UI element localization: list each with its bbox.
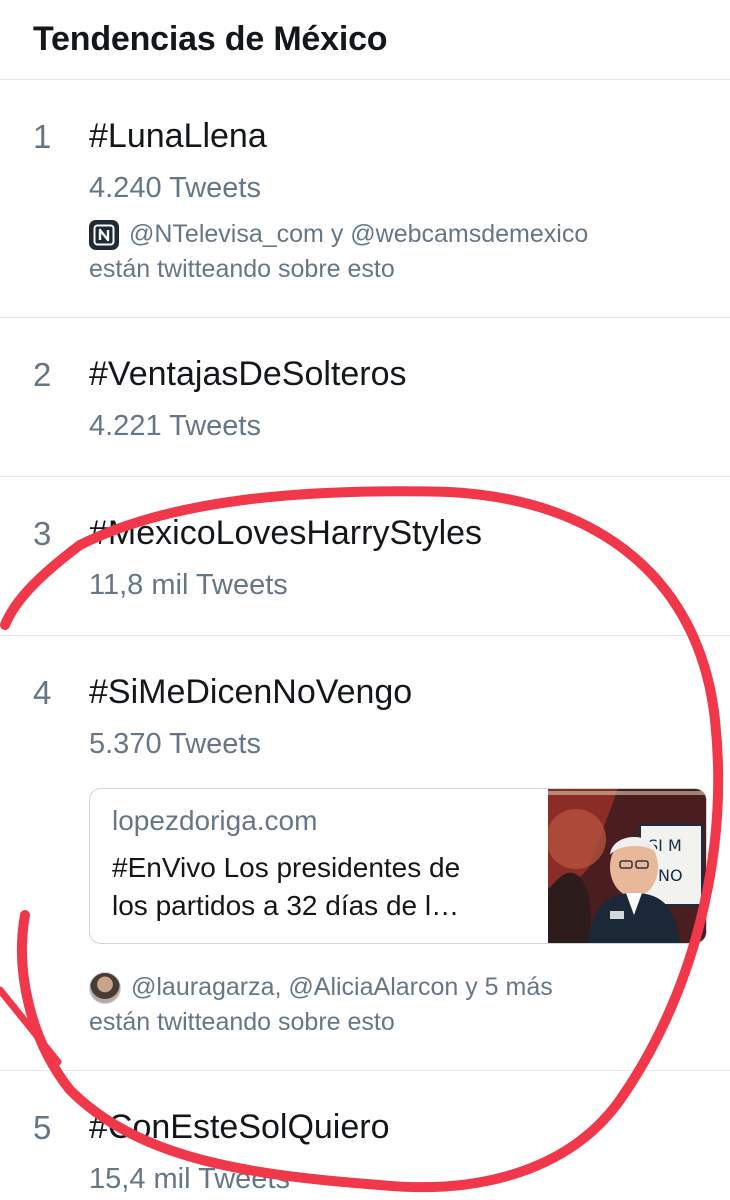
card-title-line-2: los partidos a 32 días de l… — [112, 890, 460, 921]
trend-rank: 1 — [33, 118, 52, 155]
trend-context-suffix: están twitteando sobre esto — [89, 255, 395, 283]
page-title: Tendencias de México — [33, 20, 388, 58]
card-title: #EnVivo Los presidentes de los partidos … — [112, 849, 460, 925]
trend-hashtag[interactable]: #LunaLlena — [89, 117, 267, 156]
trend-tweet-count: 4.221 Tweets — [89, 410, 261, 442]
trends-screen: Tendencias de México 1 #LunaLlena 4.240 … — [0, 0, 730, 1200]
trend-hashtag[interactable]: #SiMeDicenNoVengo — [89, 673, 412, 712]
svg-text:NO: NO — [658, 866, 683, 885]
trend-rank: 5 — [33, 1109, 52, 1146]
card-domain: lopezdoriga.com — [112, 805, 318, 836]
trend-tweet-count: 4.240 Tweets — [89, 172, 261, 204]
trend-tweet-count: 11,8 mil Tweets — [89, 569, 288, 601]
link-preview-card[interactable]: lopezdoriga.com #EnVivo Los presidentes … — [89, 788, 707, 944]
trend-item-2[interactable]: 2 #VentajasDeSolteros 4.221 Tweets — [0, 318, 730, 477]
trends-header: Tendencias de México — [0, 0, 730, 80]
ntelevisa-logo-icon — [89, 219, 119, 250]
trend-rank: 4 — [33, 674, 52, 711]
trend-hashtag[interactable]: #VentajasDeSolteros — [89, 355, 407, 394]
trend-hashtag[interactable]: #MexicoLovesHarryStyles — [89, 514, 482, 553]
trend-context-suffix: están twitteando sobre esto — [89, 1008, 395, 1036]
trend-rank: 3 — [33, 515, 52, 552]
trend-item-1[interactable]: 1 #LunaLlena 4.240 Tweets @NTelevisa_com… — [0, 80, 730, 318]
trend-context: @lauragarza, @AliciaAlarcon y 5 más está… — [89, 970, 553, 1040]
trend-hashtag[interactable]: #ConEsteSolQuiero — [89, 1108, 390, 1147]
user-avatar-icon — [89, 971, 121, 1004]
trend-context-users: @NTelevisa_com y @webcamsdemexico — [129, 220, 589, 248]
card-thumbnail-image: SI M NO — [546, 789, 706, 943]
card-title-line-1: #EnVivo Los presidentes de — [112, 852, 461, 883]
trend-rank: 2 — [33, 356, 52, 393]
trend-tweet-count: 15,4 mil Tweets — [89, 1163, 290, 1195]
trend-item-4[interactable]: 4 #SiMeDicenNoVengo 5.370 Tweets lopezdo… — [0, 636, 730, 1071]
trend-item-5[interactable]: 5 #ConEsteSolQuiero 15,4 mil Tweets — [0, 1071, 730, 1200]
trend-tweet-count: 5.370 Tweets — [89, 728, 261, 760]
trend-context: @NTelevisa_com y @webcamsdemexico están … — [89, 217, 588, 287]
trend-item-3[interactable]: 3 #MexicoLovesHarryStyles 11,8 mil Tweet… — [0, 477, 730, 636]
trend-context-users: @lauragarza, @AliciaAlarcon y 5 más — [131, 973, 553, 1001]
